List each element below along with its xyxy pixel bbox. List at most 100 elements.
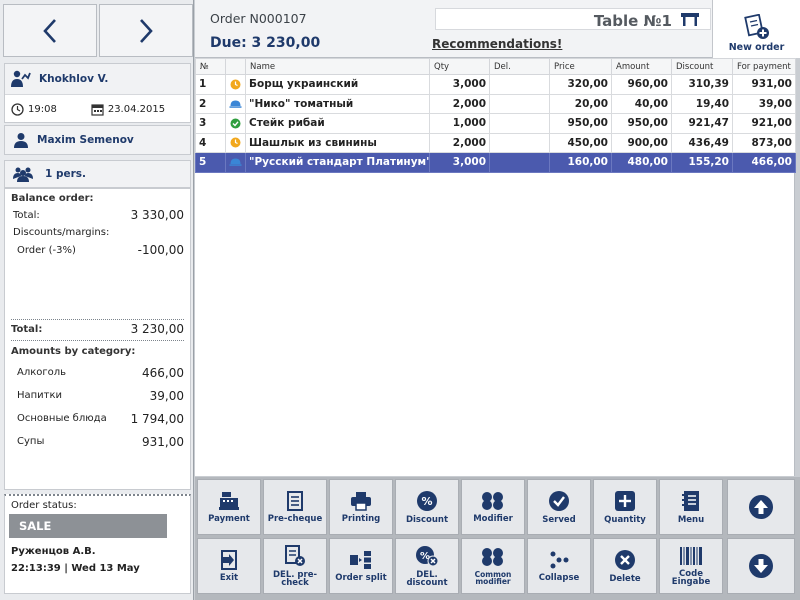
item-amount: 950,00	[611, 113, 672, 134]
col-del[interactable]: Del.	[489, 58, 550, 75]
common-modifier-label: Common modifier	[474, 569, 512, 586]
table-header-row: № Name Qty Del. Price Amount Discount Fo…	[195, 58, 796, 75]
guests-card[interactable]: 1 pers.	[4, 160, 191, 188]
cloche-blue-icon	[229, 157, 242, 167]
col-qty[interactable]: Qty	[429, 58, 490, 75]
clock-orange-icon	[229, 137, 242, 148]
discount-item-value: -100,00	[137, 243, 184, 257]
table-selector[interactable]: Table №1	[435, 8, 711, 30]
category-row: Супы 931,00	[17, 430, 184, 453]
balance-header: Balance order:	[11, 193, 94, 204]
common-modifier-button[interactable]: Common modifier	[461, 538, 525, 594]
item-discount: 310,39	[671, 74, 733, 95]
category-name: Основные блюда	[17, 413, 107, 424]
coins-icon	[482, 491, 503, 510]
recommendations-link[interactable]: Recommendations!	[432, 37, 562, 51]
menu-button[interactable]: Menu	[659, 479, 723, 535]
person-icon	[13, 132, 29, 148]
item-name: "Русский стандарт Платинум"	[245, 152, 430, 173]
col-amount[interactable]: Amount	[611, 58, 672, 75]
category-value: 466,00	[142, 365, 184, 380]
col-status[interactable]	[225, 58, 246, 75]
category-value: 931,00	[142, 434, 184, 449]
svg-text:%: %	[421, 495, 432, 508]
customer-card[interactable]: Maxim Semenov	[4, 125, 191, 155]
exit-button[interactable]: Exit	[197, 538, 261, 594]
table-row[interactable]: 1 Борщ украинский 3,000 320,00 960,00 310,39 9…	[195, 74, 796, 95]
order-split-button[interactable]: Order split	[329, 538, 393, 594]
scroll-down-button[interactable]	[727, 538, 795, 594]
item-amount: 480,00	[611, 152, 672, 173]
delete-discount-button[interactable]: % DEL. discount	[395, 538, 459, 594]
printing-button[interactable]: Printing	[329, 479, 393, 535]
discount-label: Discount	[405, 514, 449, 525]
served-button[interactable]: Served	[527, 479, 591, 535]
table-row[interactable]: 5 "Русский стандарт Платинум" 3,000 160,00 4…	[195, 152, 796, 173]
new-order-button[interactable]: New order	[712, 0, 800, 58]
printer-icon	[351, 491, 371, 511]
col-number[interactable]: №	[195, 58, 226, 75]
item-amount: 960,00	[611, 74, 672, 95]
item-qty: 1,000	[429, 113, 490, 134]
item-for-payment: 39,00	[732, 93, 796, 114]
category-name: Алкоголь	[17, 367, 67, 378]
discounts-label: Discounts/margins:	[13, 227, 110, 238]
table-row[interactable]: 4 Шашлык из свинины 2,000 450,00 900,00 436,4…	[195, 132, 796, 153]
payment-label: Payment	[208, 513, 250, 524]
status-badge: SALE	[9, 514, 167, 538]
discount-button[interactable]: % Discount	[395, 479, 459, 535]
item-deleted	[489, 113, 550, 134]
item-for-payment: 921,00	[732, 113, 796, 134]
quantity-button[interactable]: Quantity	[593, 479, 657, 535]
delete-pre-check-button[interactable]: DEL. pre-check	[263, 538, 327, 594]
current-datetime: 22:13:39 | Wed 13 May	[11, 563, 140, 574]
order-status-panel: Order status: SALE Руженцов А.В. 22:13:3…	[4, 494, 191, 594]
new-order-label: New order	[728, 42, 785, 53]
item-price: 950,00	[549, 113, 612, 134]
scroll-up-button[interactable]	[727, 479, 795, 535]
receipt-icon	[287, 490, 303, 511]
order-number: Order N000107	[210, 11, 307, 26]
cashier-name: Руженцов А.В.	[11, 546, 96, 557]
delete-button[interactable]: Delete	[593, 538, 657, 594]
table-row[interactable]: 2 "Нико" томатный 2,000 20,00 40,00 19,40 39,0…	[195, 93, 796, 114]
pre-cheque-button[interactable]: Pre-cheque	[263, 479, 327, 535]
due-amount: Due: 3 230,00	[210, 35, 321, 51]
row-number: 1	[195, 74, 226, 95]
delete-discount-label: DEL. discount	[406, 569, 448, 588]
coins-group-icon	[482, 547, 503, 566]
payment-button[interactable]: Payment	[197, 479, 261, 535]
order-status-label: Order status:	[11, 500, 77, 511]
split-icon	[350, 550, 371, 569]
item-qty: 3,000	[429, 152, 490, 173]
row-number: 3	[195, 113, 226, 134]
chevron-right-icon	[140, 18, 153, 43]
menu-label: Menu	[677, 514, 705, 525]
cloche-blue-icon	[229, 99, 242, 109]
item-discount: 155,20	[671, 152, 733, 173]
next-button[interactable]	[99, 4, 193, 57]
collapse-button[interactable]: Collapse	[527, 538, 591, 594]
prev-button[interactable]	[3, 4, 97, 57]
modifier-button[interactable]: Modifier	[461, 479, 525, 535]
code-input-button[interactable]: Code Eingabe	[659, 538, 723, 594]
col-discount[interactable]: Discount	[671, 58, 733, 75]
chevron-left-icon	[43, 18, 56, 43]
col-name[interactable]: Name	[245, 58, 430, 75]
waiter-card[interactable]: Khokhlov V. 19:08 23.04.2015	[4, 63, 191, 123]
plus-box-icon	[615, 490, 635, 511]
percent-badge-icon: %	[417, 490, 437, 511]
balance-panel: Balance order: Total: 3 330,00 Discounts…	[4, 188, 191, 490]
category-name: Супы	[17, 436, 45, 447]
category-row: Алкоголь 466,00	[17, 361, 184, 384]
item-price: 160,00	[549, 152, 612, 173]
table-icon	[680, 11, 700, 31]
final-total-value: 3 230,00	[130, 322, 184, 336]
order-table: № Name Qty Del. Price Amount Discount Fo…	[195, 58, 796, 173]
table-row[interactable]: 3 Стейк рибай 1,000 950,00 950,00 921,47 921,0…	[195, 113, 796, 134]
collapse-icon	[550, 551, 569, 569]
col-for-payment[interactable]: For payment	[732, 58, 796, 75]
modifier-label: Modifier	[473, 513, 513, 524]
guest-count: 1 pers.	[45, 168, 87, 180]
col-price[interactable]: Price	[549, 58, 612, 75]
